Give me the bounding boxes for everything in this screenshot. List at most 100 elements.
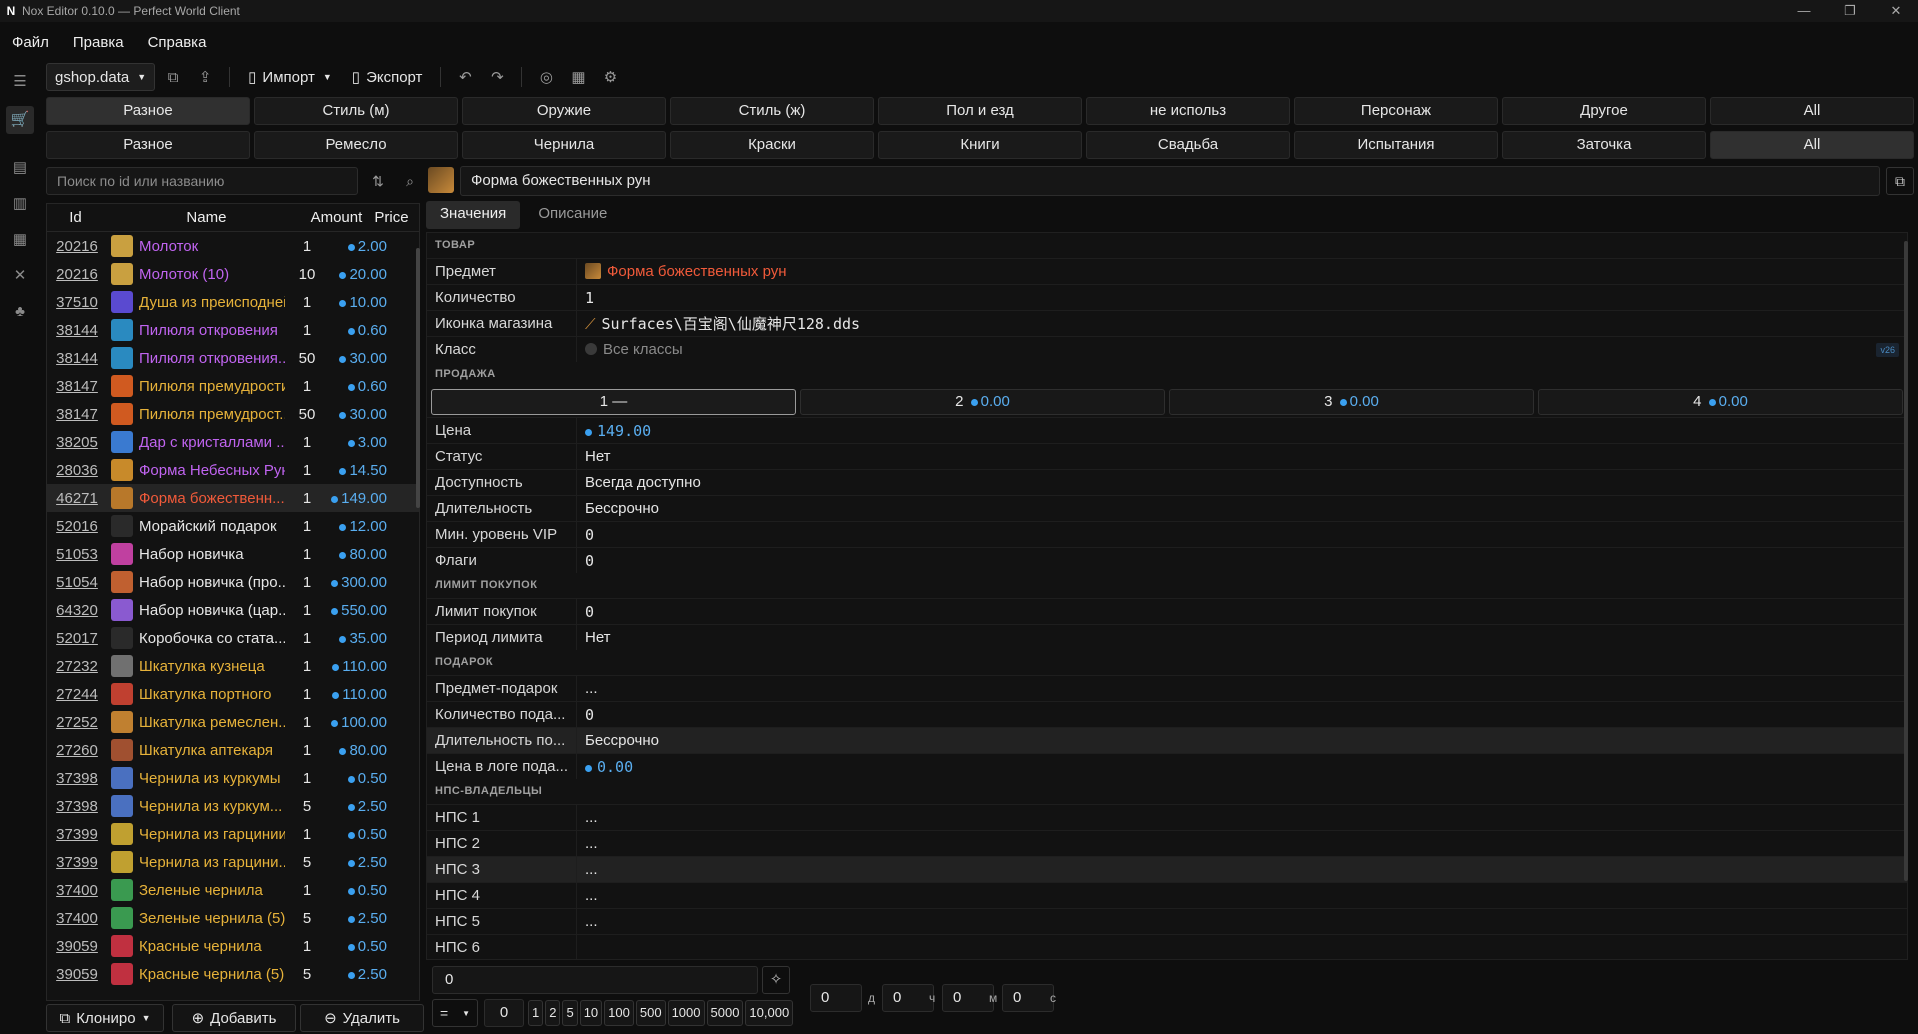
operator-select[interactable]: = ▼ [432, 999, 478, 1027]
undo-icon[interactable]: ↶ [451, 63, 479, 91]
header-id[interactable]: Id [47, 209, 104, 226]
restore-icon[interactable]: ❐ [1830, 0, 1870, 22]
detail-scrollbar[interactable] [1904, 241, 1908, 881]
list-item[interactable]: 37398 Чернила из куркумы 1 0.50 [47, 764, 419, 792]
list-item[interactable]: 20216 Молоток (10) 10 20.00 [47, 260, 419, 288]
vip-value[interactable]: 0 [577, 522, 1907, 547]
flags-value[interactable]: 0 [577, 548, 1907, 573]
list-item[interactable]: 38147 Пилюля премудрост... 50 30.00 [47, 400, 419, 428]
npc-value[interactable]: ... [577, 909, 1907, 934]
item-id[interactable]: 38144 [47, 322, 107, 339]
tab-subcategory[interactable]: Свадьба [1086, 131, 1290, 159]
preset-button[interactable]: 1000 [667, 1000, 705, 1026]
delete-button[interactable]: ⊖ Удалить [300, 1004, 424, 1032]
price-value[interactable]: 149.00 [577, 418, 1907, 443]
list-scrollbar[interactable] [416, 248, 420, 508]
gift-price-value[interactable]: 0.00 [577, 754, 1907, 779]
item-id[interactable]: 20216 [47, 238, 107, 255]
item-id[interactable]: 64320 [47, 602, 107, 619]
qty-value[interactable]: 1 [577, 285, 1907, 310]
gift-item-value[interactable]: ... [577, 676, 1907, 701]
npc-value[interactable] [577, 935, 1907, 959]
item-id[interactable]: 37398 [47, 798, 107, 815]
tab-subcategory[interactable]: Ремесло [254, 131, 458, 159]
preset-button[interactable]: 10 [579, 1000, 603, 1026]
list-item[interactable]: 37399 Чернила из гарцини... 5 2.50 [47, 848, 419, 876]
item-id[interactable]: 37400 [47, 882, 107, 899]
cart-icon[interactable]: 🛒 [6, 106, 34, 134]
item-id[interactable]: 46271 [47, 490, 107, 507]
sale-tab-3[interactable]: 3 0.00 [1169, 389, 1534, 415]
item-id[interactable]: 38147 [47, 378, 107, 395]
item-id[interactable]: 37510 [47, 294, 107, 311]
list-item[interactable]: 52016 Морайский подарок 1 12.00 [47, 512, 419, 540]
sale-tab-2[interactable]: 2 0.00 [800, 389, 1165, 415]
item-id[interactable]: 20216 [47, 266, 107, 283]
menu-help[interactable]: Справка [136, 34, 219, 51]
menu-file[interactable]: Файл [0, 34, 61, 51]
search-icon[interactable]: ⌕ [396, 167, 424, 195]
minutes-input[interactable]: 0 [942, 984, 994, 1012]
minimize-icon[interactable]: — [1784, 0, 1824, 22]
sale-tab-4[interactable]: 4 0.00 [1538, 389, 1903, 415]
tab-subcategory[interactable]: Чернила [462, 131, 666, 159]
item-id[interactable]: 51053 [47, 546, 107, 563]
save-icon[interactable]: ⧉ [159, 63, 187, 91]
list-item[interactable]: 20216 Молоток 1 2.00 [47, 232, 419, 260]
preset-button[interactable]: 500 [635, 1000, 666, 1026]
search-input[interactable]: Поиск по id или названию [46, 167, 358, 195]
tab-category[interactable]: не использ [1086, 97, 1290, 125]
list-item[interactable]: 27260 Шкатулка аптекаря 1 80.00 [47, 736, 419, 764]
header-name[interactable]: Name [104, 209, 309, 226]
list-item[interactable]: 46271 Форма божественн... 1 149.00 [47, 484, 419, 512]
list-item[interactable]: 64320 Набор новичка (цар... 1 550.00 [47, 596, 419, 624]
item-id[interactable]: 27252 [47, 714, 107, 731]
item-id[interactable]: 28036 [47, 462, 107, 479]
list-item[interactable]: 39059 Красные чернила (5) 5 2.50 [47, 960, 419, 988]
gift-duration-value[interactable]: Бессрочно [577, 728, 1907, 753]
sale-tab-1[interactable]: 1 — [431, 389, 796, 415]
tab-category[interactable]: Персонаж [1294, 97, 1498, 125]
tab-description[interactable]: Описание [524, 201, 621, 229]
header-price[interactable]: Price [364, 209, 419, 226]
npc-value[interactable]: ... [577, 883, 1907, 908]
list-item[interactable]: 52017 Коробочка со стата... 1 35.00 [47, 624, 419, 652]
item-id[interactable]: 27260 [47, 742, 107, 759]
map-icon[interactable]: ▤ [10, 158, 30, 178]
npc-value[interactable]: ... [577, 857, 1907, 882]
item-id[interactable]: 38144 [47, 350, 107, 367]
preset-button[interactable]: 1 [528, 1000, 544, 1026]
availability-value[interactable]: Всегда доступно [577, 470, 1907, 495]
tab-subcategory[interactable]: Заточка [1502, 131, 1706, 159]
value-input[interactable]: 0 [432, 966, 758, 994]
tab-category[interactable]: Стиль (м) [254, 97, 458, 125]
days-input[interactable]: 0 [810, 984, 862, 1012]
item-id[interactable]: 37399 [47, 854, 107, 871]
list-icon[interactable]: ☰ [10, 72, 30, 92]
list-item[interactable]: 38144 Пилюля откровения... 50 30.00 [47, 344, 419, 372]
settings-icon[interactable]: ⚙ [596, 63, 624, 91]
tab-subcategory[interactable]: Краски [670, 131, 874, 159]
seconds-input[interactable]: 0 [1002, 984, 1054, 1012]
item-id[interactable]: 52017 [47, 630, 107, 647]
preset-button[interactable]: 10,000 [745, 1000, 794, 1026]
item-id[interactable]: 27232 [47, 658, 107, 675]
list-item[interactable]: 37400 Зеленые чернила 1 0.50 [47, 876, 419, 904]
magic-wand-icon[interactable]: ✧ [762, 966, 790, 994]
shop-icon[interactable]: ▦ [10, 230, 30, 250]
preset-button[interactable]: 100 [604, 1000, 634, 1026]
export-button[interactable]: ▯ Экспорт [344, 63, 431, 91]
tab-subcategory[interactable]: Разное [46, 131, 250, 159]
duration-value[interactable]: Бессрочно [577, 496, 1907, 521]
item-id[interactable]: 37399 [47, 826, 107, 843]
item-id[interactable]: 38147 [47, 406, 107, 423]
preset-button[interactable]: 5 [562, 1000, 578, 1026]
menu-edit[interactable]: Правка [61, 34, 136, 51]
copy-icon[interactable]: ⧉ [1886, 167, 1914, 195]
item-id[interactable]: 39059 [47, 966, 107, 983]
limit-value[interactable]: 0 [577, 599, 1907, 624]
people-icon[interactable]: ♣ [10, 302, 30, 322]
hours-input[interactable]: 0 [882, 984, 934, 1012]
list-item[interactable]: 38147 Пилюля премудрости 1 0.60 [47, 372, 419, 400]
item-id[interactable]: 52016 [47, 518, 107, 535]
